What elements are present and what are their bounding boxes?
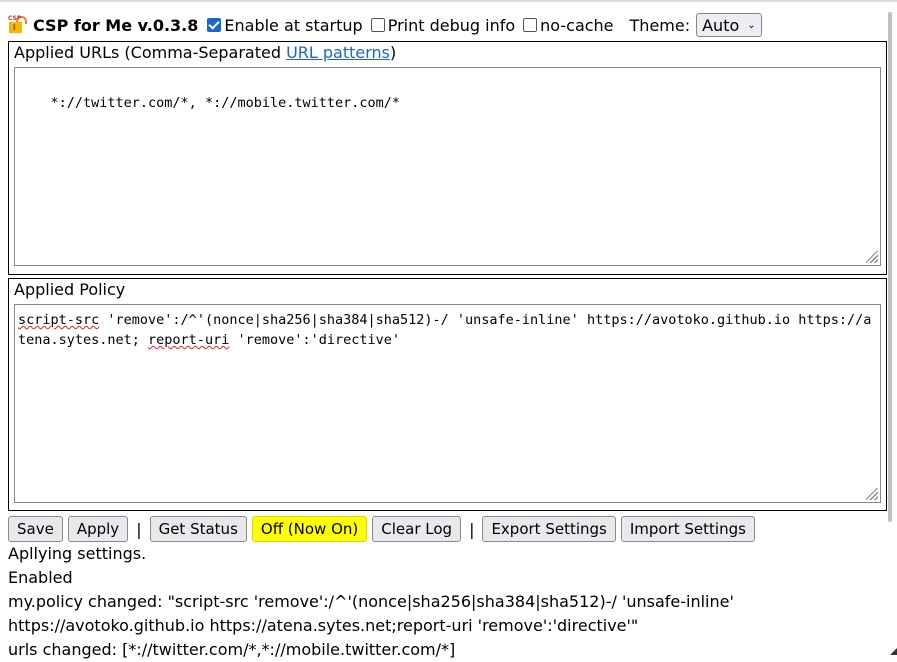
log-line: Enabled — [8, 568, 73, 587]
get-status-button[interactable]: Get Status — [149, 516, 247, 542]
csp-lock-icon: CSP i — [8, 15, 27, 34]
separator: | — [469, 519, 475, 539]
legend-text: ) — [390, 43, 397, 62]
import-settings-button[interactable]: Import Settings — [620, 516, 755, 542]
policy-directive: script-src — [18, 312, 100, 328]
log-output: Apllying settings. Enabled my.policy cha… — [8, 542, 868, 662]
resize-grip-icon[interactable] — [866, 251, 878, 263]
applied-urls-legend: Applied URLs (Comma-Separated URL patter… — [14, 43, 396, 62]
app-title: CSP for Me v.0.3.8 — [33, 15, 199, 35]
window-top-border — [0, 0, 897, 2]
theme-select[interactable]: Auto ⌄ — [696, 13, 762, 37]
save-button[interactable]: Save — [8, 516, 63, 542]
applied-urls-fieldset: Applied URLs (Comma-Separated URL patter… — [8, 41, 887, 275]
checkbox-label: Enable at startup — [224, 15, 363, 35]
apply-button[interactable]: Apply — [67, 516, 129, 542]
policy-directive: report-uri — [148, 332, 230, 348]
action-toolbar: Save Apply | Get Status Off (Now On) Cle… — [8, 516, 760, 542]
urls-value: *://twitter.com/*, *://mobile.twitter.co… — [50, 95, 401, 111]
resize-grip-icon[interactable] — [866, 488, 878, 500]
version-label: v.0.3.8 — [137, 15, 199, 35]
enable-at-startup-checkbox[interactable]: Enable at startup — [207, 15, 363, 35]
log-line: my.policy changed: "script-src 'remove':… — [8, 592, 739, 635]
legend-text: Applied URLs (Comma-Separated — [14, 43, 287, 62]
policy-text: 'remove':/^'(nonce|sha256|sha384|sha512)… — [18, 312, 872, 348]
chevron-down-icon: ⌄ — [747, 19, 756, 31]
applied-policy-textarea[interactable]: script-src 'remove':/^'(nonce|sha256|sha… — [14, 304, 881, 503]
policy-text: 'remove':'directive' — [229, 332, 401, 348]
checkbox-label: no-cache — [540, 15, 614, 35]
checkbox-unchecked-icon[interactable] — [523, 18, 538, 32]
applied-policy-fieldset: Applied Policy script-src 'remove':/^'(n… — [8, 278, 887, 511]
log-line: Apllying settings. — [8, 544, 147, 563]
vertical-scrollbar[interactable] — [888, 12, 892, 522]
print-debug-info-checkbox[interactable]: Print debug info — [370, 15, 516, 35]
url-patterns-link[interactable]: URL patterns — [286, 43, 390, 62]
theme-selected-value: Auto — [702, 15, 740, 35]
export-settings-button[interactable]: Export Settings — [482, 516, 616, 542]
separator: | — [136, 519, 142, 539]
window-resize-corner[interactable] — [890, 648, 897, 655]
checkbox-label: Print debug info — [387, 15, 516, 35]
theme-label: Theme: — [629, 15, 691, 35]
checkbox-checked-icon[interactable] — [207, 18, 222, 32]
clear-log-button[interactable]: Clear Log — [372, 516, 462, 542]
checkbox-unchecked-icon[interactable] — [370, 18, 385, 32]
toggle-enable-button[interactable]: Off (Now On) — [251, 516, 368, 542]
header-bar: CSP i CSP for Me v.0.3.8 Enable at startu… — [8, 12, 762, 38]
applied-urls-textarea[interactable]: *://twitter.com/*, *://mobile.twitter.co… — [14, 67, 881, 266]
applied-policy-legend: Applied Policy — [14, 280, 126, 299]
log-line: urls changed: [*://twitter.com/*,*://mob… — [8, 640, 456, 659]
no-cache-checkbox[interactable]: no-cache — [523, 15, 614, 35]
